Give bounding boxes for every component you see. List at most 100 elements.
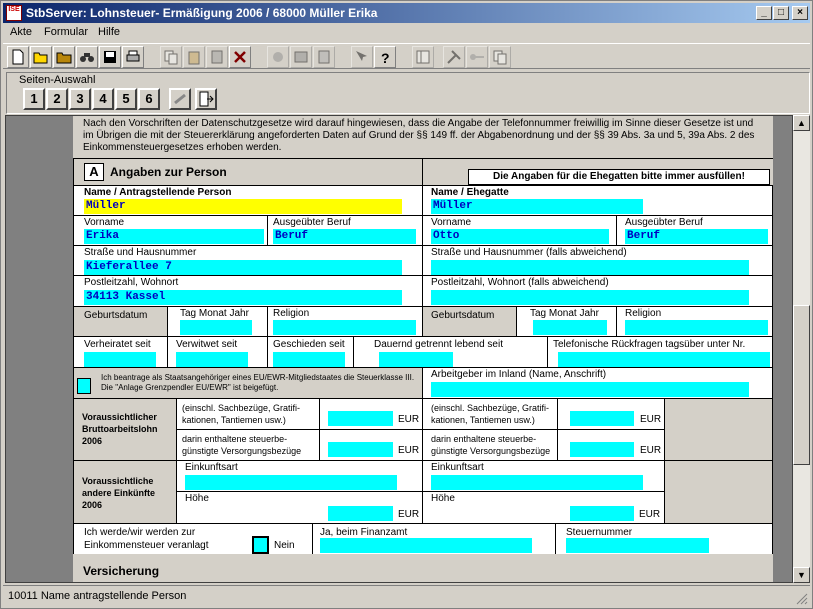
book-button[interactable] [290,46,312,68]
notes-button[interactable] [313,46,335,68]
spouse-birth-label: Geburtsdatum [431,310,495,321]
vertical-scrollbar[interactable]: ▲ ▼ [793,115,810,583]
applicant-religion-cell: Religion [267,306,423,337]
help-icon: ? [381,50,390,65]
spouse-gross-field[interactable] [570,411,634,426]
widowed-since-cell: Verwitwet seit [167,336,268,368]
spouse-city-field[interactable] [431,290,749,305]
applicant-religion-field[interactable] [273,320,416,335]
menu-formular[interactable]: Formular [44,26,88,38]
pages-button[interactable] [489,46,511,68]
search-button[interactable] [76,46,98,68]
minimize-button[interactable]: _ [756,6,772,20]
gross-wage-field[interactable] [328,411,393,426]
open-button[interactable] [30,46,52,68]
exit-button[interactable] [195,88,217,110]
widowed-since-field[interactable] [176,352,248,367]
spouse-pension-field[interactable] [570,442,634,457]
delete-button[interactable] [229,46,251,68]
tools-button[interactable] [443,46,465,68]
folder-button[interactable] [53,46,75,68]
spouse-religion-field[interactable] [625,320,768,335]
section-title: Angaben zur Person [110,165,227,179]
spouse-job-field[interactable]: Beruf [625,229,768,244]
applicant-birth-field[interactable] [180,320,252,335]
menu-hilfe[interactable]: Hilfe [98,26,120,38]
eu-request-checkbox[interactable] [77,378,91,394]
applicant-birth-label-cell: Geburtsdatum [73,306,168,337]
applicant-city-cell: Postleitzahl, Wohnort 34113 Kassel [73,275,423,307]
tax-number-field[interactable] [566,538,709,553]
help-button[interactable]: ? [374,46,396,68]
close-button[interactable]: × [792,6,808,20]
income-amount-unit: EUR [398,509,420,520]
spouse-hint: Die Angaben für die Ehegatten bitte imme… [468,169,770,185]
spouse-income-amount-cell: Höhe EUR [422,491,665,524]
assessment-no-checkbox[interactable] [252,536,269,554]
page-5-button[interactable]: 5 [115,88,137,110]
spouse-income-amount-field[interactable] [570,506,634,521]
context-help-button[interactable] [351,46,373,68]
separated-since-field[interactable] [379,352,453,367]
spouse-gross-cell: EUR [557,398,665,430]
divorced-since-field[interactable] [273,352,345,367]
new-button[interactable] [7,46,29,68]
resize-grip-icon[interactable] [796,593,808,605]
exit-door-icon [199,91,214,107]
link-pages-button[interactable] [169,88,191,110]
spouse-firstname-field[interactable]: Otto [431,229,609,244]
applicant-job-field[interactable]: Beruf [273,229,416,244]
applicant-job-cell: Ausgeübter Beruf Beruf [267,215,423,246]
notes-icon [318,50,330,64]
pension-field[interactable] [328,442,393,457]
phone-field[interactable] [558,352,770,367]
menu-akte[interactable]: Akte [10,26,32,38]
page-1-button[interactable]: 1 [23,88,45,110]
page-2-button[interactable]: 2 [46,88,68,110]
page-3-button[interactable]: 3 [69,88,91,110]
applicant-street-field[interactable]: Kieferallee 7 [84,260,402,275]
folder-icon [56,52,72,64]
spouse-religion-label: Religion [625,308,662,319]
spouse-street-field[interactable] [431,260,749,275]
save-button[interactable] [99,46,121,68]
maximize-button[interactable]: □ [773,6,789,20]
married-since-field[interactable] [84,352,156,367]
other-income-label: Voraussichtliche andere Einkünfte 2006 [82,476,156,510]
scroll-up-button[interactable]: ▲ [793,115,810,131]
applicant-city-field[interactable]: 34113 Kassel [84,290,402,305]
applicant-name-label: Name / Antragstellende Person [84,187,232,198]
calculator-icon [211,50,223,64]
calculator-button[interactable] [206,46,228,68]
employer-field[interactable] [431,382,749,397]
spouse-name-field[interactable]: Müller [431,199,643,214]
main-window: ISE StbServer: Lohnsteuer- Ermäßigung 20… [0,0,813,609]
window-button[interactable] [412,46,434,68]
applicant-firstname-field[interactable]: Erika [84,229,264,244]
applicant-name-field[interactable]: Müller [84,199,402,214]
window-icon [416,50,430,64]
tax-office-field[interactable] [320,538,532,553]
page-selection-panel: Seiten-Auswahl 1 2 3 4 5 6 [6,72,810,114]
grey-filler-2 [664,460,773,524]
open-icon [33,52,48,64]
print-button[interactable] [122,46,144,68]
paste-button[interactable] [183,46,205,68]
spouse-city-label: Postleitzahl, Wohnort (falls abweichend) [431,277,609,288]
copy-button[interactable] [160,46,182,68]
spouse-birth-field[interactable] [533,320,607,335]
assessment-cell: Ich werde/wir werden zur Einkommensteuer… [73,523,313,555]
title-bar[interactable]: ISE StbServer: Lohnsteuer- Ermäßigung 20… [3,3,810,23]
stamp-button[interactable] [267,46,289,68]
scroll-down-button[interactable]: ▼ [793,567,810,583]
page-6-button[interactable]: 6 [138,88,160,110]
married-since-cell: Verheiratet seit [73,336,168,368]
key-button[interactable] [466,46,488,68]
spouse-pension-desc-2: günstigte Versorgungsbezüge [431,446,551,456]
spouse-income-type-field[interactable] [431,475,643,490]
scroll-thumb[interactable] [793,305,810,465]
page-4-button[interactable]: 4 [92,88,114,110]
gross-wage-desc-cell: (einschl. Sachbezüge, Gratifi- kationen,… [176,398,320,430]
income-amount-field[interactable] [328,506,393,521]
income-type-field[interactable] [185,475,397,490]
